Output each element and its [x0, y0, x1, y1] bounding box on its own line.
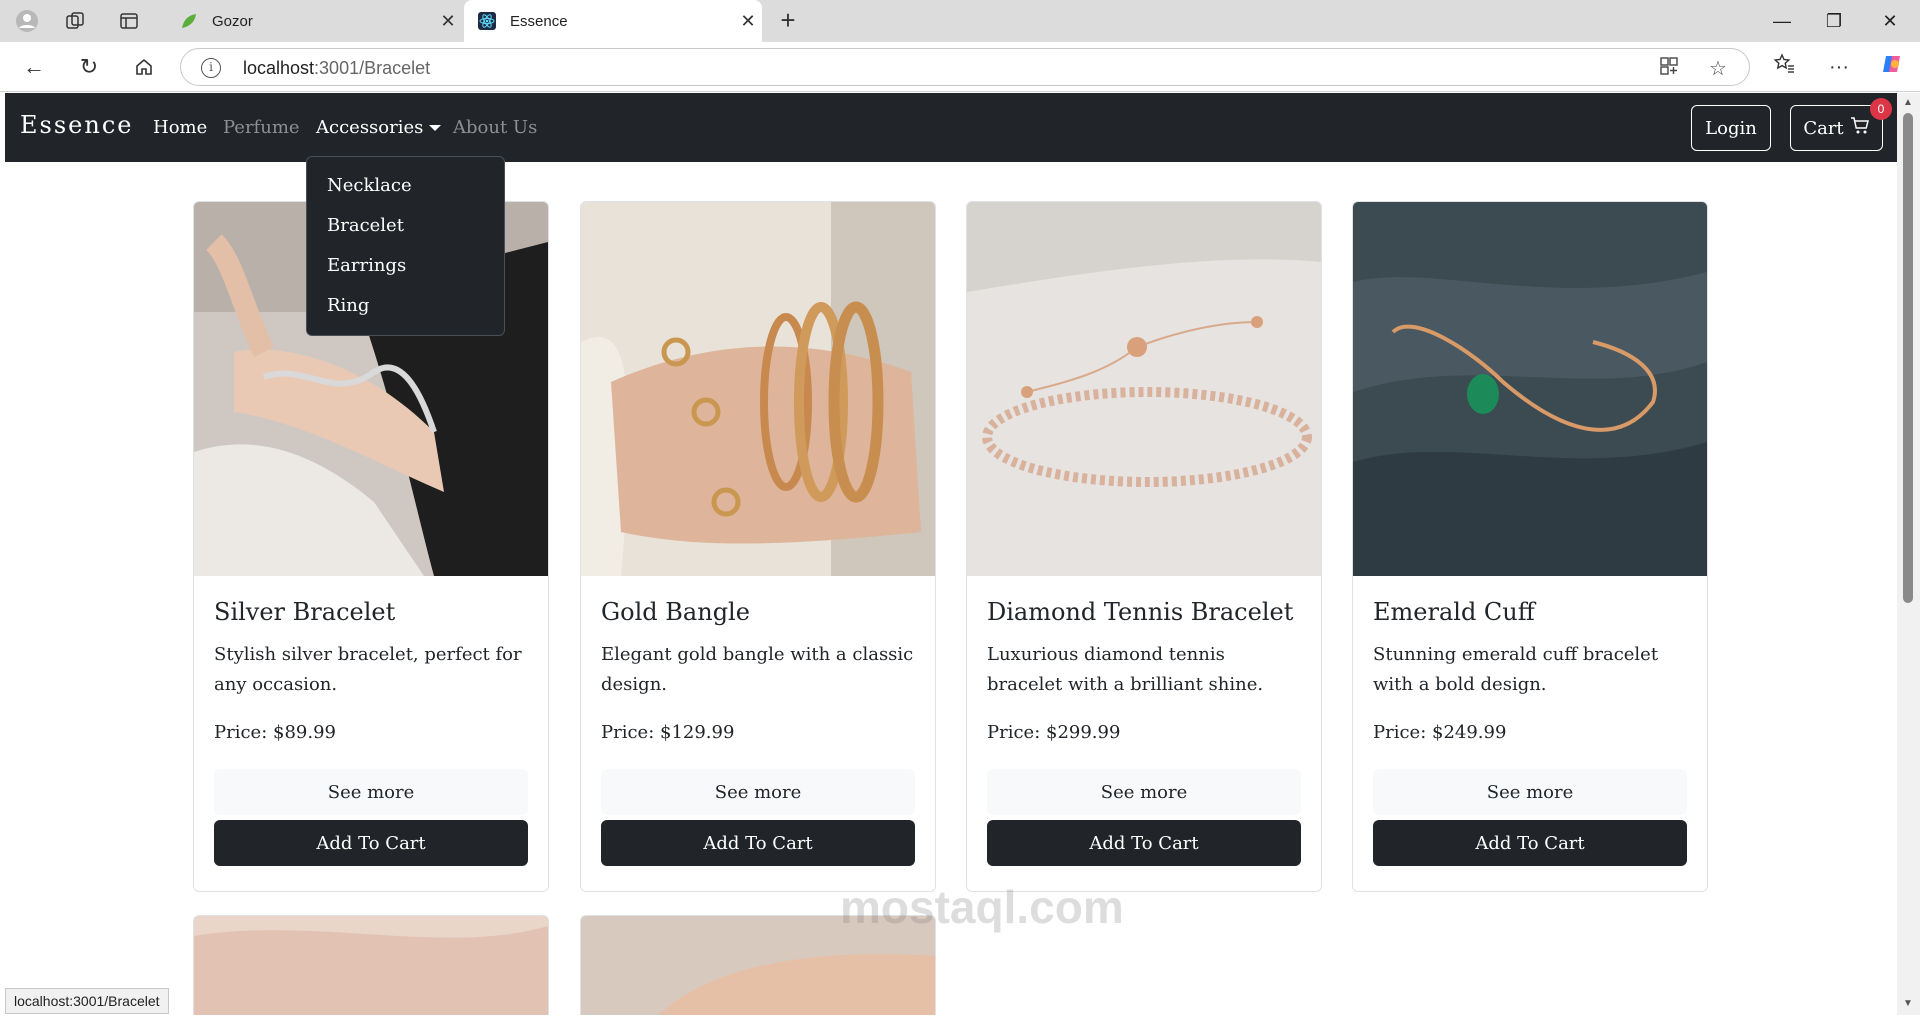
site-info-icon[interactable]: i	[201, 58, 221, 78]
url-text: localhost:3001/Bracelet	[243, 58, 431, 78]
cart-icon	[1850, 116, 1870, 141]
product-description: Stunning emerald cuff bracelet with a bo…	[1373, 644, 1659, 695]
product-title: Emerald Cuff	[1373, 598, 1535, 626]
minimize-icon[interactable]: —	[1762, 6, 1802, 36]
scroll-up-arrow-icon[interactable]: ▲	[1902, 97, 1914, 108]
nav-home[interactable]: Home	[153, 117, 207, 138]
product-price: Price: $129.99	[601, 722, 735, 743]
react-icon	[478, 12, 496, 30]
status-bar-url: localhost:3001/Bracelet	[5, 988, 169, 1014]
tab-essence[interactable]: Essence ✕	[464, 0, 762, 42]
see-more-button[interactable]: See more	[601, 769, 915, 815]
see-more-button[interactable]: See more	[987, 769, 1301, 815]
more-menu-icon[interactable]: ···	[1823, 52, 1855, 82]
browser-tab-strip: Gozor ✕ Essence ✕ + — ❐ ✕	[0, 0, 1920, 42]
cart-button[interactable]: Cart 0	[1790, 98, 1892, 151]
copilot-icon[interactable]	[1876, 52, 1908, 82]
favorites-icon[interactable]	[1768, 52, 1800, 82]
refresh-icon[interactable]: ↻	[73, 52, 105, 82]
nav-perfume[interactable]: Perfume	[223, 117, 300, 138]
dropdown-item-ring[interactable]: Ring	[307, 287, 504, 327]
profile-icon[interactable]	[14, 8, 40, 34]
product-title: Gold Bangle	[601, 598, 750, 626]
site-navbar: Essence Home Perfume Accessories About U…	[5, 93, 1897, 162]
brand-logo[interactable]: Essence	[20, 111, 133, 139]
cart-label: Cart	[1803, 117, 1844, 139]
url-bar[interactable]: i localhost:3001/Bracelet ☆	[180, 48, 1750, 86]
product-price: Price: $249.99	[1373, 722, 1507, 743]
dropdown-item-necklace[interactable]: Necklace	[307, 167, 504, 207]
scroll-down-arrow-icon[interactable]: ▼	[1902, 998, 1914, 1009]
product-card: Diamond Tennis Bracelet Luxurious diamon…	[966, 201, 1322, 892]
nav-accessories[interactable]: Accessories	[316, 117, 442, 138]
add-to-cart-button[interactable]: Add To Cart	[214, 820, 528, 866]
product-card: Emerald Cuff Stunning emerald cuff brace…	[1352, 201, 1708, 892]
tab-actions-icon[interactable]	[116, 8, 142, 34]
tab-title: Gozor	[212, 12, 253, 30]
page-scrollbar[interactable]: ▲ ▼	[1897, 93, 1920, 1015]
workspaces-icon[interactable]	[62, 8, 88, 34]
close-icon[interactable]: ✕	[434, 11, 462, 32]
product-image-emerald-cuff[interactable]	[1353, 202, 1707, 576]
add-to-cart-button[interactable]: Add To Cart	[601, 820, 915, 866]
see-more-button[interactable]: See more	[1373, 769, 1687, 815]
dropdown-item-earrings[interactable]: Earrings	[307, 247, 504, 287]
add-to-cart-button[interactable]: Add To Cart	[987, 820, 1301, 866]
window-close-icon[interactable]: ✕	[1870, 6, 1910, 36]
nav-about[interactable]: About Us	[453, 117, 537, 138]
restore-icon[interactable]: ❐	[1814, 6, 1854, 36]
scrollbar-thumb[interactable]	[1903, 113, 1913, 603]
add-to-cart-button[interactable]: Add To Cart	[1373, 820, 1687, 866]
cart-count-badge: 0	[1870, 98, 1892, 120]
close-icon[interactable]: ✕	[734, 11, 762, 32]
product-description: Elegant gold bangle with a classic desig…	[601, 644, 914, 695]
product-card-partial[interactable]	[193, 915, 549, 1015]
address-toolbar: ← ↻ i localhost:3001/Bracelet ☆ ···	[0, 42, 1920, 92]
dropdown-item-bracelet[interactable]: Bracelet	[307, 207, 504, 247]
product-description: Stylish silver bracelet, perfect for any…	[214, 644, 522, 695]
product-card: Gold Bangle Elegant gold bangle with a c…	[580, 201, 936, 892]
product-price: Price: $299.99	[987, 722, 1121, 743]
watermark: mostaql.com	[840, 881, 1124, 933]
favorite-star-icon[interactable]: ☆	[1709, 56, 1727, 81]
app-available-icon[interactable]	[1659, 56, 1679, 82]
home-icon[interactable]	[128, 52, 160, 82]
accessories-dropdown-menu: Necklace Bracelet Earrings Ring	[306, 156, 505, 336]
product-price: Price: $89.99	[214, 722, 336, 743]
see-more-button[interactable]: See more	[214, 769, 528, 815]
tab-gozor[interactable]: Gozor ✕	[166, 0, 462, 42]
product-image-gold-bangle[interactable]	[581, 202, 935, 576]
product-title: Diamond Tennis Bracelet	[987, 598, 1294, 626]
new-tab-icon[interactable]: +	[772, 6, 804, 36]
tab-title: Essence	[510, 12, 568, 30]
page-viewport: Essence Home Perfume Accessories About U…	[5, 93, 1897, 1015]
product-image-diamond-tennis-bracelet[interactable]	[967, 202, 1321, 576]
login-button[interactable]: Login	[1691, 105, 1771, 151]
caret-down-icon	[429, 125, 442, 131]
back-icon[interactable]: ←	[18, 52, 50, 82]
leaf-icon	[180, 12, 198, 30]
product-description: Luxurious diamond tennis bracelet with a…	[987, 644, 1264, 695]
product-title: Silver Bracelet	[214, 598, 396, 626]
